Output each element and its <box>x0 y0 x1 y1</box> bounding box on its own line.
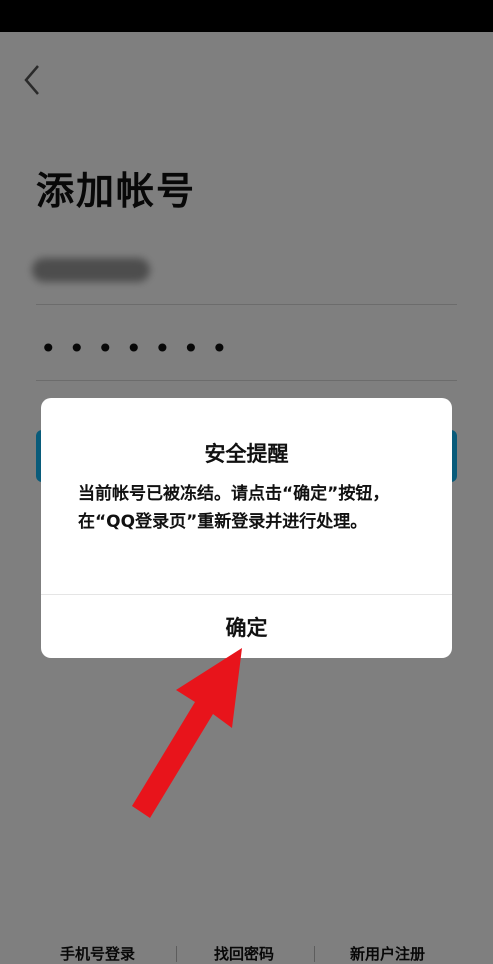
confirm-button[interactable]: 确定 <box>41 595 452 658</box>
dialog-message: 当前帐号已被冻结。请点击“确定”按钮，在“QQ登录页”重新登录并进行处理。 <box>78 484 390 532</box>
dialog-title: 安全提醒 <box>204 442 289 466</box>
security-alert-dialog: 安全提醒 当前帐号已被冻结。请点击“确定”按钮，在“QQ登录页”重新登录并进行处… <box>41 398 452 658</box>
